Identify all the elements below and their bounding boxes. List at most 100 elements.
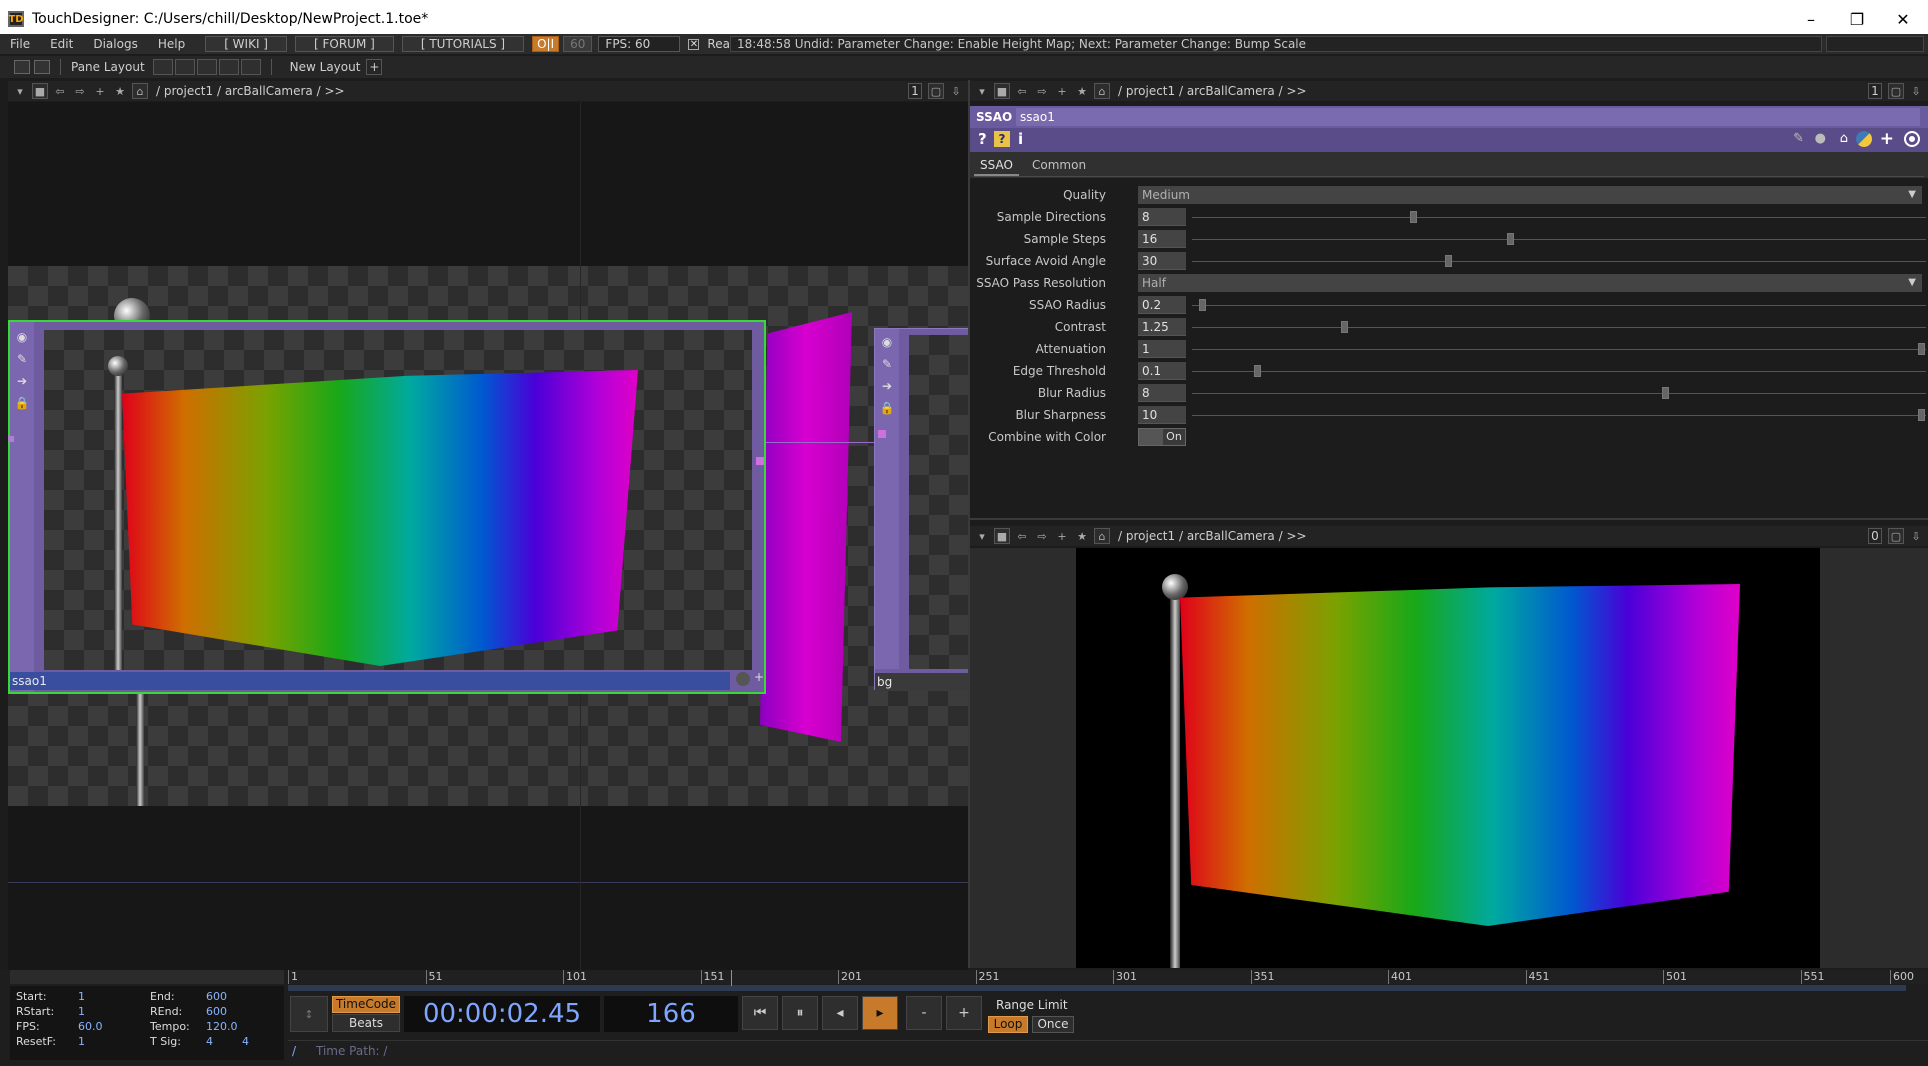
resetf-value[interactable]: 1 — [78, 1035, 85, 1048]
menu-file[interactable]: File — [0, 37, 40, 51]
split-pane-icon[interactable]: ⇩ — [1908, 83, 1924, 99]
back-arrow-icon[interactable]: ⇦ — [52, 83, 68, 99]
split-pane-icon[interactable]: ⇩ — [1908, 528, 1924, 544]
tab-common[interactable]: Common — [1026, 156, 1092, 174]
split-pane-icon[interactable]: ⇩ — [948, 83, 964, 99]
timeline-options-button[interactable]: ↕ — [290, 996, 328, 1032]
param-slider-handle[interactable] — [1507, 233, 1515, 245]
param-toggle[interactable]: On — [1138, 428, 1186, 446]
tutorials-button[interactable]: [ TUTORIALS ] — [401, 36, 525, 52]
param-slider-handle[interactable] — [1253, 365, 1261, 377]
op-name-field[interactable]: ssao1 — [1016, 108, 1920, 126]
tempo-value[interactable]: 120.0 — [206, 1020, 238, 1033]
bg-node-export-icon[interactable]: ➔ — [879, 379, 895, 393]
param-slider-handle[interactable] — [1341, 321, 1349, 333]
step-back-button[interactable]: - — [906, 996, 942, 1030]
network-path[interactable]: / project1 / arcBallCamera / >> — [1118, 529, 1307, 543]
forward-arrow-icon[interactable]: ⇨ — [72, 83, 88, 99]
param-slider-track[interactable] — [1192, 349, 1926, 350]
param-value-field[interactable]: 8 — [1138, 384, 1186, 402]
ssao1-node[interactable]: ◉ ✎ ➔ 🔒 ssao1 + — [8, 320, 766, 694]
param-slider-track[interactable] — [1192, 239, 1926, 240]
pane-type-icon[interactable]: ■ — [994, 528, 1010, 544]
python-help-icon[interactable]: ? — [994, 131, 1010, 147]
param-value-field[interactable]: 1.25 — [1138, 318, 1186, 336]
add-icon[interactable]: + — [1054, 528, 1070, 544]
perform-mode-toggle[interactable]: O|I — [532, 36, 560, 52]
minimize-button[interactable]: – — [1788, 0, 1834, 38]
param-slider-track[interactable] — [1192, 261, 1926, 262]
bg-node[interactable]: ◉ ✎ ➔ 🔒 bg — [874, 328, 968, 691]
help-icon[interactable]: ? — [978, 130, 987, 148]
pane-image-icon[interactable] — [14, 60, 30, 74]
end-value[interactable]: 600 — [206, 990, 227, 1003]
rend-value[interactable]: 600 — [206, 1005, 227, 1018]
bg-node-viewer-icon[interactable]: ◉ — [879, 335, 895, 349]
pane-menu-chevron-down-icon[interactable]: ▾ — [12, 83, 28, 99]
param-slider-handle[interactable] — [1661, 387, 1669, 399]
back-arrow-icon[interactable]: ⇦ — [1014, 83, 1030, 99]
bookmark-tag-icon[interactable]: ⌂ — [1840, 131, 1848, 146]
add-icon[interactable]: + — [1054, 83, 1070, 99]
add-icon[interactable]: + — [92, 83, 108, 99]
forward-arrow-icon[interactable]: ⇨ — [1034, 528, 1050, 544]
network-path[interactable]: / project1 / arcBallCamera / >> — [156, 84, 345, 98]
param-slider-track[interactable] — [1192, 217, 1926, 218]
tsig-numerator[interactable]: 4 — [206, 1035, 213, 1048]
param-value-field[interactable]: 10 — [1138, 406, 1186, 424]
frame-ruler[interactable]: 1 51 101 151 201 251 301 351 401 451 501 551 600 — [288, 970, 1928, 984]
bg-node-lock-icon[interactable]: 🔒 — [879, 401, 895, 415]
pause-button[interactable]: ⏸ — [782, 996, 818, 1030]
add-param-icon[interactable]: + — [1880, 129, 1894, 149]
param-slider-handle[interactable] — [1410, 211, 1418, 223]
search-field[interactable] — [1826, 36, 1924, 52]
pane-type-icon[interactable]: ■ — [994, 83, 1010, 99]
param-slider-handle[interactable] — [1199, 299, 1207, 311]
param-slider-track[interactable] — [1192, 393, 1926, 394]
node-input-connector[interactable] — [8, 436, 14, 442]
info-icon[interactable]: i — [1018, 130, 1023, 148]
layout-split-h-button[interactable] — [196, 59, 217, 75]
timecode-mode-button[interactable]: TimeCode — [332, 996, 400, 1013]
back-arrow-icon[interactable]: ⇦ — [1014, 528, 1030, 544]
pane-menu-chevron-down-icon[interactable]: ▾ — [974, 83, 990, 99]
param-slider-track[interactable] — [1192, 305, 1926, 306]
menu-edit[interactable]: Edit — [40, 37, 83, 51]
target-icon[interactable] — [1904, 131, 1920, 147]
rstart-value[interactable]: 1 — [78, 1005, 85, 1018]
timeline-scrollbar[interactable] — [288, 985, 1906, 991]
frame-display[interactable]: 166 — [604, 996, 738, 1032]
maximize-pane-icon[interactable]: ▢ — [1888, 528, 1904, 544]
node-name-ssao1[interactable]: ssao1 — [10, 674, 47, 688]
param-value-field[interactable]: 30 — [1138, 252, 1186, 270]
node-lock-icon[interactable]: 🔒 — [14, 396, 30, 410]
node-bypass-icon[interactable]: ✎ — [14, 352, 30, 366]
param-value-field[interactable]: 16 — [1138, 230, 1186, 248]
param-slider-handle[interactable] — [1445, 255, 1453, 267]
bookmark-star-icon[interactable]: ★ — [1074, 83, 1090, 99]
network-editor-pane[interactable]: ◉ ✎ ➔ 🔒 ssao1 + ◉ ✎ ➔ 🔒 bg — [8, 102, 968, 972]
bg-input-connector[interactable] — [878, 430, 886, 438]
bookmark-star-icon[interactable]: ★ — [112, 83, 128, 99]
bg-node-bypass-icon[interactable]: ✎ — [879, 357, 895, 371]
wiki-button[interactable]: [ WIKI ] — [205, 36, 287, 52]
node-name-bg[interactable]: bg — [875, 675, 892, 689]
home-icon[interactable]: ⌂ — [1094, 528, 1110, 544]
param-menu[interactable]: Half ▼ — [1138, 274, 1922, 292]
pane-type-icon[interactable]: ■ — [32, 83, 48, 99]
node-output-connector[interactable] — [756, 457, 764, 465]
python-icon[interactable] — [1856, 131, 1872, 147]
home-icon[interactable]: ⌂ — [132, 83, 148, 99]
tsig-denominator[interactable]: 4 — [242, 1035, 249, 1048]
param-slider-track[interactable] — [1192, 371, 1926, 372]
param-value-field[interactable]: 0.1 — [1138, 362, 1186, 380]
layout-three-button[interactable] — [218, 59, 239, 75]
param-value-field[interactable]: 1 — [1138, 340, 1186, 358]
param-slider-handle[interactable] — [1917, 343, 1925, 355]
pane-menu-chevron-down-icon[interactable]: ▾ — [974, 528, 990, 544]
param-value-field[interactable]: 0.2 — [1138, 296, 1186, 314]
menu-help[interactable]: Help — [148, 37, 195, 51]
param-menu[interactable]: Medium ▼ — [1138, 186, 1922, 204]
param-value-field[interactable]: 8 — [1138, 208, 1186, 226]
forward-arrow-icon[interactable]: ⇨ — [1034, 83, 1050, 99]
